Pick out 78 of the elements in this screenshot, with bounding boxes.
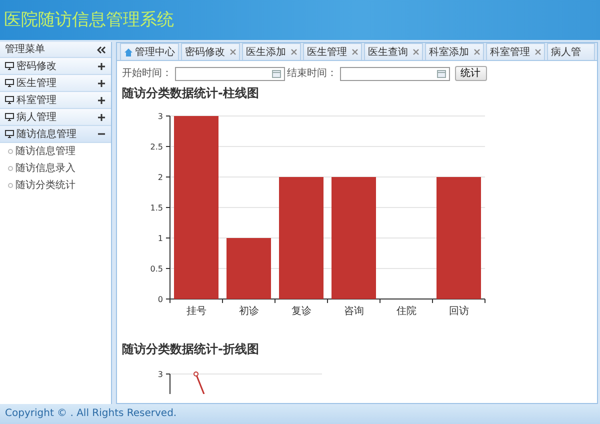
close-icon bbox=[474, 49, 480, 55]
app-title: 医院随访信息管理系统 bbox=[3, 9, 175, 32]
bullet-icon bbox=[8, 149, 13, 154]
copyright-text: Copyright © . All Rights Reserved. bbox=[5, 408, 177, 419]
y-tick-label: 2 bbox=[158, 172, 163, 182]
menu-item[interactable]: 随访信息管理 bbox=[0, 126, 111, 143]
tab[interactable]: 医生添加 bbox=[242, 43, 301, 60]
date-label: 结束时间： bbox=[287, 66, 337, 81]
menu-label: 科室管理 bbox=[16, 94, 58, 108]
tab-label: 管理中心 bbox=[135, 46, 175, 60]
tab[interactable]: 病人管 bbox=[547, 43, 595, 60]
x-tick-label: 复诊 bbox=[291, 306, 312, 316]
submenu-item[interactable]: 随访信息管理 bbox=[0, 143, 111, 160]
menu-label: 密码修改 bbox=[16, 60, 58, 74]
menu-item[interactable]: 密码修改 bbox=[0, 58, 111, 75]
tab-label: 医生查询 bbox=[368, 46, 409, 60]
menu-label: 病人管理 bbox=[16, 110, 58, 124]
calendar-icon bbox=[272, 70, 281, 78]
close-icon bbox=[352, 49, 358, 55]
tab[interactable]: 密码修改 bbox=[181, 43, 240, 60]
bar bbox=[226, 238, 271, 298]
x-tick-label: 挂号 bbox=[186, 306, 206, 316]
tab[interactable]: 医生查询 bbox=[364, 43, 423, 60]
tab[interactable]: 科室添加 bbox=[425, 43, 484, 60]
monitor-icon bbox=[5, 113, 14, 121]
submenu-label: 随访信息录入 bbox=[16, 162, 76, 176]
y-tick-label: 3 bbox=[158, 112, 163, 120]
y-tick-label: 0.5 bbox=[150, 264, 163, 273]
tab-label: 病人管 bbox=[551, 46, 581, 60]
x-tick-label: 初诊 bbox=[238, 306, 259, 316]
y-tick-label: 2.5 bbox=[150, 142, 163, 151]
calendar-icon bbox=[437, 70, 446, 78]
submenu-item[interactable]: 随访信息录入 bbox=[0, 160, 111, 177]
tab[interactable]: 医生管理 bbox=[303, 43, 362, 60]
tab[interactable]: 科室管理 bbox=[486, 43, 545, 60]
tab-label: 科室管理 bbox=[490, 46, 531, 60]
tab-label: 科室添加 bbox=[429, 46, 470, 60]
y-axis bbox=[166, 373, 170, 394]
monitor-icon bbox=[5, 96, 14, 104]
monitor-icon bbox=[5, 79, 14, 87]
close-icon bbox=[535, 49, 541, 55]
menu-item[interactable]: 科室管理 bbox=[0, 92, 111, 109]
menu-label: 随访信息管理 bbox=[16, 128, 78, 142]
y-tick-label: 0 bbox=[158, 294, 163, 304]
date-label: 开始时间： bbox=[122, 66, 172, 81]
x-tick-label: 咨询 bbox=[344, 306, 364, 316]
collapse-button[interactable] bbox=[97, 46, 106, 54]
tab-label: 医生管理 bbox=[307, 46, 348, 60]
submenu-item[interactable]: 随访分类统计 bbox=[0, 177, 111, 194]
close-icon bbox=[230, 49, 236, 55]
sidebar-title: 管理菜单 bbox=[5, 42, 45, 57]
submenu-label: 随访信息管理 bbox=[16, 144, 76, 159]
date-field[interactable] bbox=[340, 66, 450, 80]
section-title: 随访分类数据统计-柱线图 bbox=[122, 84, 260, 102]
close-icon bbox=[291, 49, 297, 55]
date-field[interactable] bbox=[174, 66, 284, 80]
stat-button[interactable]: 统计 bbox=[454, 66, 486, 81]
tab[interactable]: 管理中心 bbox=[120, 43, 179, 60]
house-icon bbox=[124, 48, 132, 56]
y-tick-label: 1.5 bbox=[150, 203, 163, 212]
submenu-label: 随访分类统计 bbox=[16, 178, 76, 193]
bullet-icon bbox=[8, 183, 13, 188]
tab-label: 医生添加 bbox=[246, 46, 287, 60]
close-icon bbox=[413, 49, 419, 55]
menu-item[interactable]: 病人管理 bbox=[0, 109, 111, 126]
y-tick-label: 1 bbox=[158, 234, 163, 242]
section-title: 随访分类数据统计-折线图 bbox=[122, 340, 260, 358]
tab-label: 密码修改 bbox=[185, 46, 226, 60]
x-tick-label: 住院 bbox=[396, 306, 416, 316]
line-chart-drawing bbox=[194, 371, 205, 394]
y-tick-label: 3 bbox=[158, 370, 163, 378]
x-tick-label: 回访 bbox=[448, 306, 469, 316]
bullet-icon bbox=[8, 166, 13, 171]
double-chevron-icon bbox=[97, 46, 106, 54]
menu-label: 医生管理 bbox=[16, 76, 58, 90]
menu-item[interactable]: 医生管理 bbox=[0, 75, 111, 92]
monitor-icon bbox=[5, 62, 14, 70]
monitor-icon bbox=[5, 130, 14, 138]
